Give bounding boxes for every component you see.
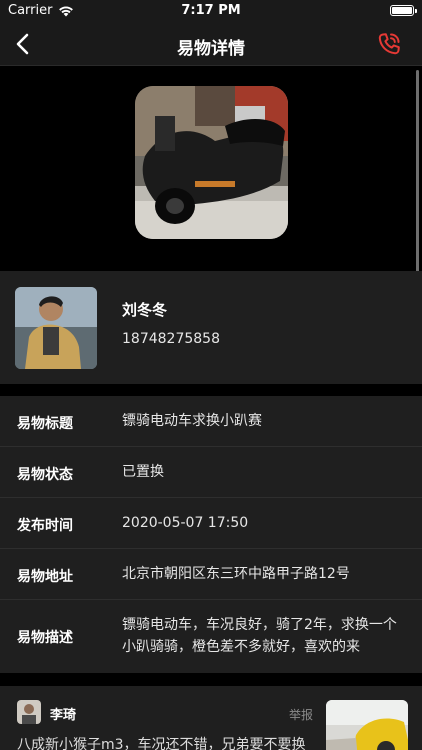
- detail-value: 已置换: [122, 464, 164, 480]
- item-details: 易物标题 镖骑电动车求换小趴赛 易物状态 已置换 发布时间 2020-05-07…: [0, 396, 422, 673]
- call-button[interactable]: [376, 31, 402, 57]
- detail-row-status: 易物状态 已置换: [0, 447, 422, 498]
- owner-phone[interactable]: 18748275858: [122, 331, 220, 347]
- report-button[interactable]: 举报: [289, 706, 313, 723]
- detail-row-title: 易物标题 镖骑电动车求换小趴赛: [0, 396, 422, 447]
- item-photo[interactable]: [135, 86, 288, 239]
- owner-avatar[interactable]: [15, 287, 97, 369]
- detail-label: 发布时间: [17, 518, 73, 534]
- detail-value: 镖骑电动车求换小趴赛: [122, 413, 262, 429]
- detail-row-description: 易物描述 镖骑电动车，车况良好，骑了2年，求换一个小趴骑骑，橙色差不多就好，喜欢…: [0, 600, 422, 673]
- scrollbar[interactable]: [416, 70, 419, 280]
- item-photo-area: [0, 66, 422, 271]
- detail-row-time: 发布时间 2020-05-07 17:50: [0, 498, 422, 549]
- status-bar: Carrier 7:17 PM: [0, 0, 422, 22]
- post-text: 八成新小猴子m3，车况还不错，兄弟要不要换: [17, 737, 306, 750]
- detail-value: 2020-05-07 17:50: [122, 515, 249, 531]
- nav-bar: 易物详情: [0, 22, 422, 66]
- exchange-post[interactable]: 李琦 举报 八成新小猴子m3，车况还不错，兄弟要不要换: [0, 686, 422, 750]
- owner-card[interactable]: 刘冬冬 18748275858: [0, 271, 422, 384]
- detail-label: 易物标题: [17, 416, 73, 432]
- detail-row-address: 易物地址 北京市朝阳区东三环中路甲子路12号: [0, 549, 422, 600]
- detail-label: 易物地址: [17, 569, 73, 585]
- post-author: 李琦: [50, 708, 77, 723]
- post-avatar[interactable]: [17, 700, 41, 724]
- page-title: 易物详情: [177, 39, 245, 59]
- post-thumbnail[interactable]: [326, 700, 408, 750]
- status-time: 7:17 PM: [181, 3, 241, 18]
- detail-label: 易物描述: [17, 630, 73, 646]
- detail-label: 易物状态: [17, 467, 73, 483]
- owner-name: 刘冬冬: [122, 301, 168, 319]
- battery-cap: [415, 9, 417, 13]
- detail-value: 镖骑电动车，车况良好，骑了2年，求换一个小趴骑骑，橙色差不多就好，喜欢的来: [122, 617, 397, 655]
- phone-icon: [378, 33, 400, 55]
- detail-value: 北京市朝阳区东三环中路甲子路12号: [122, 566, 350, 582]
- battery-icon: [390, 5, 414, 16]
- detail-scroll-view[interactable]: 刘冬冬 18748275858 易物标题 镖骑电动车求换小趴赛 易物状态 已置换…: [0, 66, 422, 750]
